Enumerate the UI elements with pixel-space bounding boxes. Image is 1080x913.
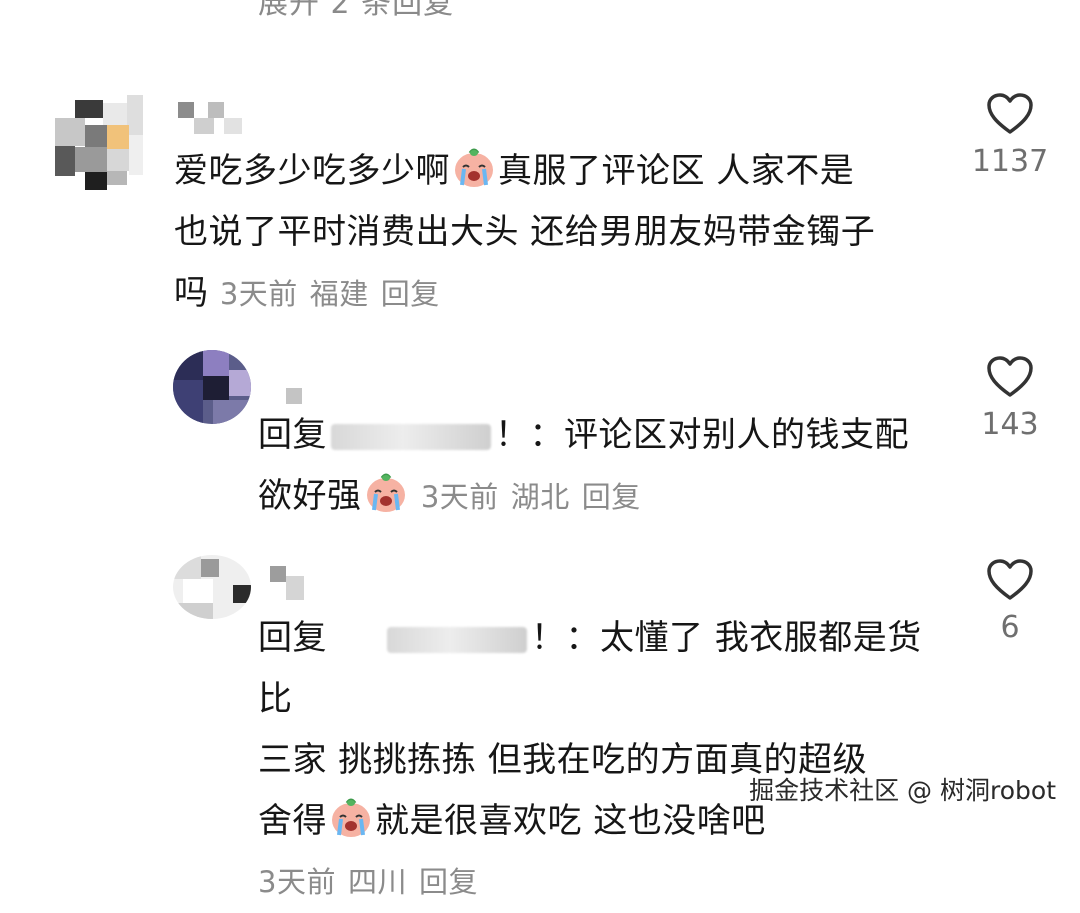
like-count: 143	[981, 407, 1039, 442]
username-redacted[interactable]	[178, 102, 258, 136]
username-redacted	[387, 626, 527, 653]
crying-face-emoji-icon	[329, 795, 373, 839]
timestamp: 3天前	[258, 865, 336, 899]
like-count: 1137	[971, 144, 1049, 179]
avatar[interactable]	[173, 555, 251, 619]
reply-button[interactable]: 回复	[582, 480, 641, 514]
timestamp: 3天前	[219, 277, 298, 311]
crying-face-emoji-icon	[452, 145, 496, 189]
username-redacted[interactable]	[270, 566, 310, 600]
location: 四川	[347, 865, 407, 899]
comment-text: 回复 ！：评论区对别人的钱支配 欲好强 3天前 湖北 回复	[258, 415, 909, 516]
avatar[interactable]	[55, 95, 143, 190]
heart-outline-icon	[987, 93, 1033, 134]
like-button[interactable]: 1137	[965, 92, 1055, 179]
comment-text: 爱吃多少吃多少啊 真服了评论区 人家不是 也说了平时消费出大头 还给男朋友妈带金…	[174, 141, 934, 325]
location: 福建	[309, 277, 369, 311]
heart-outline-icon	[987, 559, 1033, 600]
location: 湖北	[510, 480, 570, 514]
expand-replies-link[interactable]: 展开 2 条回复	[258, 0, 454, 22]
watermark: 掘金技术社区 @ 树洞robot	[749, 776, 1056, 805]
comment-meta: 3天前 湖北 回复	[421, 480, 653, 514]
crying-face-emoji-icon	[364, 470, 408, 514]
avatar[interactable]	[173, 350, 251, 424]
timestamp: 3天前	[420, 480, 499, 514]
like-button[interactable]: 6	[965, 558, 1055, 645]
comment-text: 回复 ！：太懂了 我衣服都是货比 三家 挑挑拣拣 但我在吃的方面真的超级 舍得 就…	[258, 608, 948, 913]
reply-button[interactable]: 回复	[381, 277, 440, 311]
comment-meta: 3天前 福建 回复	[220, 277, 452, 311]
heart-outline-icon	[987, 356, 1033, 397]
username-redacted	[331, 423, 491, 450]
reply-button[interactable]: 回复	[419, 865, 478, 899]
like-button[interactable]: 143	[965, 355, 1055, 442]
comment-meta: 3天前 四川 回复	[258, 852, 948, 913]
like-count: 6	[1000, 610, 1020, 645]
